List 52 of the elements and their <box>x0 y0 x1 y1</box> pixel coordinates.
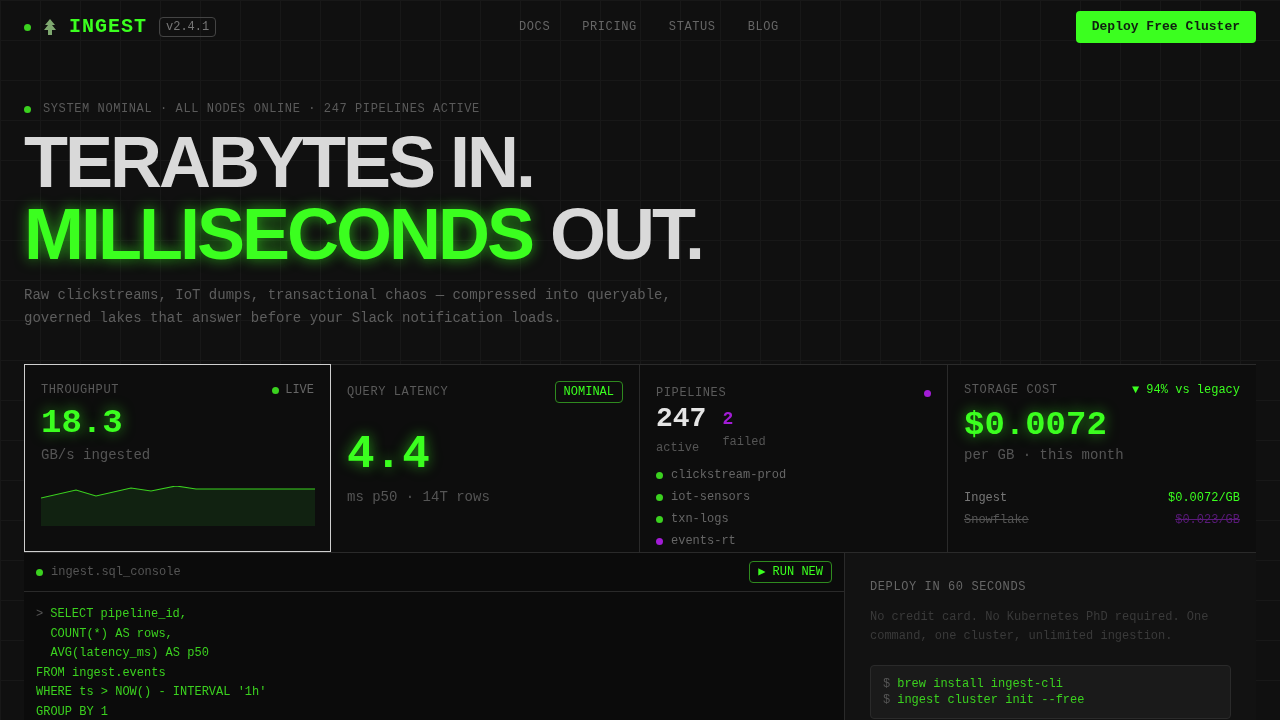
card-label: STORAGE COST <box>964 382 1058 399</box>
card-label: QUERY LATENCY <box>347 384 449 401</box>
active-count: 247 <box>656 405 707 433</box>
nominal-badge: NOMINAL <box>554 381 623 403</box>
nav-link[interactable]: PRICING <box>582 18 637 36</box>
cost-provider: Snowflake <box>964 512 1029 528</box>
code-line: GROUP BY 1 <box>36 703 108 720</box>
pipeline-name: events-rt <box>671 533 736 549</box>
live-label: LIVE <box>285 382 314 399</box>
prompt-symbol: $ <box>883 676 891 692</box>
tree-icon <box>43 19 57 35</box>
version-tag: v2.4.1 <box>159 17 217 37</box>
subtitle: Raw clickstreams, IoT dumps, transactional chaos — compressed into queryable, governed lakes that answer before your Slack notification loads. <box>24 286 672 328</box>
brand-name[interactable]: INGEST <box>69 12 147 42</box>
code-line: COUNT(*) AS rows, <box>49 625 173 643</box>
code-line: WHERE ts > NOW() - INTERVAL '1h' <box>36 684 267 702</box>
pipeline-name: iot-sensors <box>671 489 751 505</box>
code-line: AVG(latency_ms) AS p50 <box>49 645 209 663</box>
pipeline-name: txn-logs <box>671 511 729 527</box>
card-label: PIPELINES <box>656 385 727 402</box>
code-line: SELECT pipeline_id, <box>50 606 188 623</box>
command-line: brew install ingest-cli <box>897 676 1063 692</box>
console-title: ingest.sql_console <box>51 564 181 581</box>
throughput-value: 18.3 <box>41 403 123 443</box>
throughput-unit: GB/s ingested <box>41 446 151 465</box>
pipeline-name: clickstream-prod <box>671 467 787 483</box>
storage-value: $0.0072 <box>964 405 1107 445</box>
run-button[interactable]: ▶ RUN NEW <box>749 561 832 583</box>
storage-unit: per GB · this month <box>964 446 1124 465</box>
headline: TERABYTES IN. <box>24 126 534 198</box>
card-label: THROUGHPUT <box>41 382 119 399</box>
prompt-symbol: $ <box>883 692 891 708</box>
headline: OUT. <box>550 198 703 270</box>
nav-link[interactable]: STATUS <box>668 18 716 36</box>
failed-label: failed <box>722 434 766 451</box>
deploy-button[interactable]: Deploy Free Cluster <box>1075 11 1256 43</box>
cost-price: $0.0072/GB <box>1168 490 1240 506</box>
cost-provider: Ingest <box>964 490 1008 506</box>
command-line: ingest cluster init --free <box>897 692 1085 708</box>
savings-label: ▼ 94% vs legacy <box>1131 382 1240 399</box>
headline-accent: MILLISECONDS <box>24 198 532 270</box>
latency-value: 4.4 <box>347 429 430 481</box>
active-label: active <box>656 440 700 457</box>
code-line: FROM ingest.events <box>36 664 166 682</box>
latency-unit: ms p50 · 14T rows <box>347 488 490 507</box>
cost-price: $0.023/GB <box>1175 512 1240 528</box>
failed-count: 2 <box>722 409 734 429</box>
prompt-symbol: > <box>36 606 44 623</box>
nav-link[interactable]: BLOG <box>747 18 779 36</box>
nav-link[interactable]: DOCS <box>519 18 551 36</box>
system-status: SYSTEM NOMINAL · ALL NODES ONLINE · 247 PIPELINES ACTIVE <box>43 101 480 118</box>
deploy-title: DEPLOY IN 60 SECONDS <box>870 579 1027 596</box>
